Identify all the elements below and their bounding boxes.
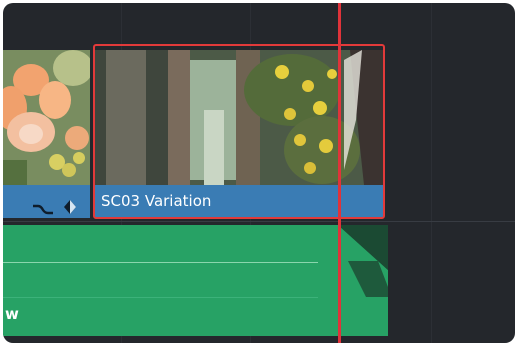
curve-icon[interactable] (32, 194, 54, 227)
clip-label-bar (3, 185, 90, 218)
audio-clip-name: w (5, 305, 19, 323)
playhead[interactable] (338, 3, 341, 343)
clip-thumbnail (3, 50, 90, 185)
clip-selection-outline (93, 44, 385, 219)
audio-clip-tail (318, 225, 388, 336)
grid-line (431, 3, 432, 343)
timeline-panel: SC03 Variation w (3, 3, 515, 343)
track-separator (3, 221, 515, 222)
keyframe-diamond-icon[interactable] (63, 194, 77, 227)
video-clip-left[interactable] (3, 50, 90, 218)
